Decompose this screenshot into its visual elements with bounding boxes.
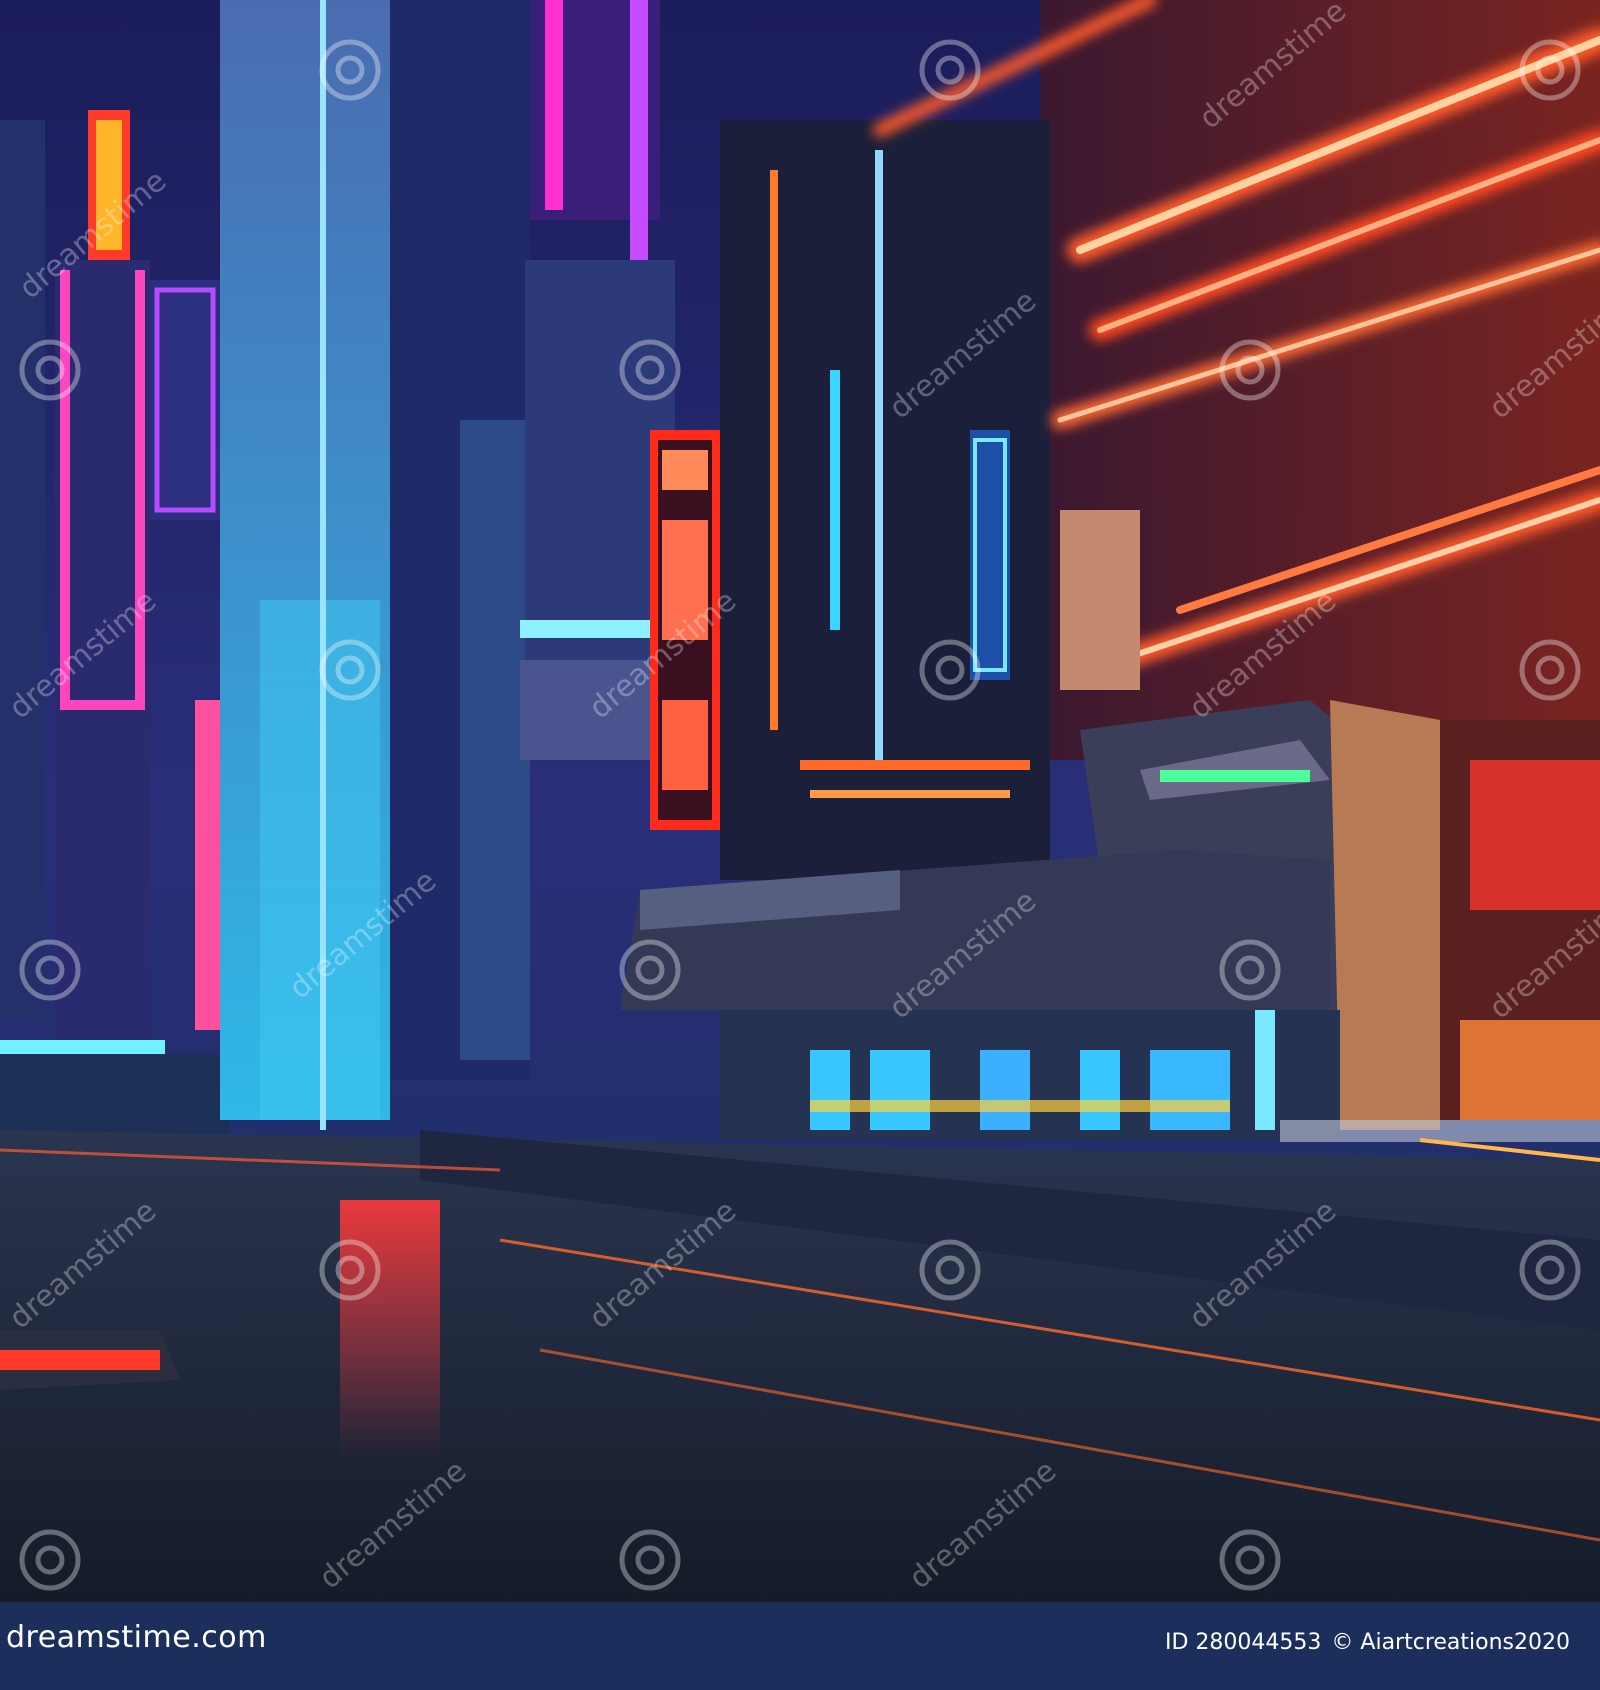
dark-building-strips — [720, 120, 1050, 880]
city-illustration: dreamstime dreamstime dreamstime dreamst… — [0, 0, 1600, 1602]
dreamstime-logo[interactable]: dreamstime.com — [6, 1620, 267, 1655]
image-id: ID 280044553 — [1165, 1630, 1322, 1655]
central-towers — [220, 0, 530, 1130]
footer-bar: dreamstime.com ID 280044553 © Aiartcreati… — [0, 1602, 1600, 1690]
copyright-icon: © — [1331, 1630, 1354, 1655]
wet-street — [0, 1130, 1600, 1602]
author-name[interactable]: Aiartcreations2020 — [1360, 1630, 1570, 1655]
image-credit: ID 280044553 © Aiartcreations2020 — [1165, 1630, 1570, 1655]
photo-scene: dreamstime dreamstime dreamstime dreamst… — [0, 0, 1600, 1602]
